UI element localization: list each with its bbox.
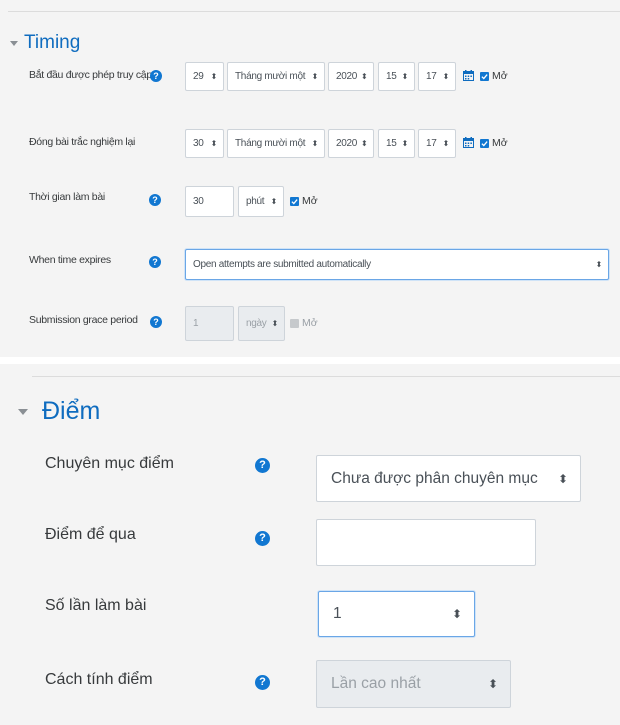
close-day-select[interactable]: 30 ⬍ xyxy=(185,129,224,158)
updown-arrows-icon: ⬍ xyxy=(442,72,450,81)
close-date-label: Đóng bài trắc nghiệm lại xyxy=(29,136,136,148)
section-gap xyxy=(0,357,620,364)
updown-arrows-icon: ⬍ xyxy=(311,139,319,148)
updown-arrows-icon: ⬍ xyxy=(361,72,368,81)
grading-method-label: Cách tính điểm xyxy=(45,671,153,688)
updown-arrows-icon: ⬍ xyxy=(401,72,409,81)
question-circle-icon[interactable]: ? xyxy=(150,70,162,82)
open-day-select[interactable]: 29 ⬍ xyxy=(185,62,224,91)
calendar-icon[interactable] xyxy=(463,70,474,81)
updown-arrows-icon: ⬍ xyxy=(557,471,568,486)
when-expires-select[interactable]: Open attempts are submitted automaticall… xyxy=(185,249,609,280)
question-circle-icon[interactable]: ? xyxy=(255,458,270,473)
grace-period-enable-checkbox: Mở xyxy=(290,317,318,329)
time-limit-label: Thời gian làm bài xyxy=(29,191,105,203)
grace-period-unit-select: ngày ⬍ xyxy=(238,306,285,341)
calendar-icon[interactable] xyxy=(463,137,474,148)
close-month-select[interactable]: Tháng mười một ⬍ xyxy=(227,129,325,158)
grade-section: Điểm Chuyên mục điểm ? Chưa được phân ch… xyxy=(0,364,620,725)
caret-down-icon xyxy=(10,40,18,46)
updown-arrows-icon: ⬍ xyxy=(451,607,462,621)
section-divider xyxy=(8,11,620,12)
updown-arrows-icon: ⬍ xyxy=(270,197,278,206)
open-year-select[interactable]: 2020 ⬍ xyxy=(328,62,374,91)
checkbox-checked-icon xyxy=(480,71,489,81)
open-date-label: Bắt đầu được phép truy cập xyxy=(29,69,152,81)
close-minute-select[interactable]: 17 ⬍ xyxy=(418,129,456,158)
question-circle-icon[interactable]: ? xyxy=(149,194,161,206)
updown-arrows-icon: ⬍ xyxy=(361,139,368,148)
close-hour-select[interactable]: 15 ⬍ xyxy=(378,129,415,158)
checkbox-checked-icon xyxy=(480,138,489,148)
grade-category-select[interactable]: Chưa được phân chuyên mục ⬍ xyxy=(316,455,581,502)
timing-legend-text: Timing xyxy=(24,32,81,53)
question-circle-icon[interactable]: ? xyxy=(150,316,162,328)
pass-grade-input[interactable] xyxy=(316,519,536,566)
timing-section: Timing Bắt đầu được phép truy cập ? 29 ⬍ … xyxy=(0,0,620,357)
attempts-label: Số lần làm bài xyxy=(45,597,147,614)
updown-arrows-icon: ⬍ xyxy=(487,677,498,691)
updown-arrows-icon: ⬍ xyxy=(442,139,450,148)
open-enable-checkbox[interactable]: Mở xyxy=(480,70,508,82)
grace-period-label: Submission grace period xyxy=(29,314,138,326)
updown-arrows-icon: ⬍ xyxy=(210,72,218,81)
question-circle-icon[interactable]: ? xyxy=(149,256,161,268)
grading-method-select: Lần cao nhất ⬍ xyxy=(316,660,511,708)
open-month-select[interactable]: Tháng mười một ⬍ xyxy=(227,62,325,91)
grace-period-input: 1 xyxy=(185,306,234,341)
checkbox-unchecked-icon xyxy=(290,318,299,328)
checkbox-checked-icon xyxy=(290,196,299,206)
close-year-select[interactable]: 2020 ⬍ xyxy=(328,129,374,158)
updown-arrows-icon: ⬍ xyxy=(595,260,603,269)
updown-arrows-icon: ⬍ xyxy=(401,139,409,148)
grade-category-label: Chuyên mục điểm xyxy=(45,455,174,472)
grade-legend-text: Điểm xyxy=(42,397,101,425)
open-minute-select[interactable]: 17 ⬍ xyxy=(418,62,456,91)
pass-grade-label: Điểm để qua xyxy=(45,526,136,543)
attempts-select[interactable]: 1 ⬍ xyxy=(318,591,475,637)
updown-arrows-icon: ⬍ xyxy=(271,319,279,328)
updown-arrows-icon: ⬍ xyxy=(210,139,218,148)
grade-legend[interactable]: Điểm xyxy=(18,397,100,426)
caret-down-icon xyxy=(18,408,28,415)
updown-arrows-icon: ⬍ xyxy=(311,72,319,81)
open-hour-select[interactable]: 15 ⬍ xyxy=(378,62,415,91)
close-enable-checkbox[interactable]: Mở xyxy=(480,137,508,149)
time-limit-input[interactable]: 30 xyxy=(185,186,234,217)
time-limit-enable-checkbox[interactable]: Mở xyxy=(290,195,318,207)
time-limit-unit-select[interactable]: phút ⬍ xyxy=(238,186,284,217)
when-expires-label: When time expires xyxy=(29,254,111,266)
timing-legend[interactable]: Timing xyxy=(10,32,80,54)
question-circle-icon[interactable]: ? xyxy=(255,675,270,690)
question-circle-icon[interactable]: ? xyxy=(255,531,270,546)
section-divider xyxy=(32,376,620,377)
